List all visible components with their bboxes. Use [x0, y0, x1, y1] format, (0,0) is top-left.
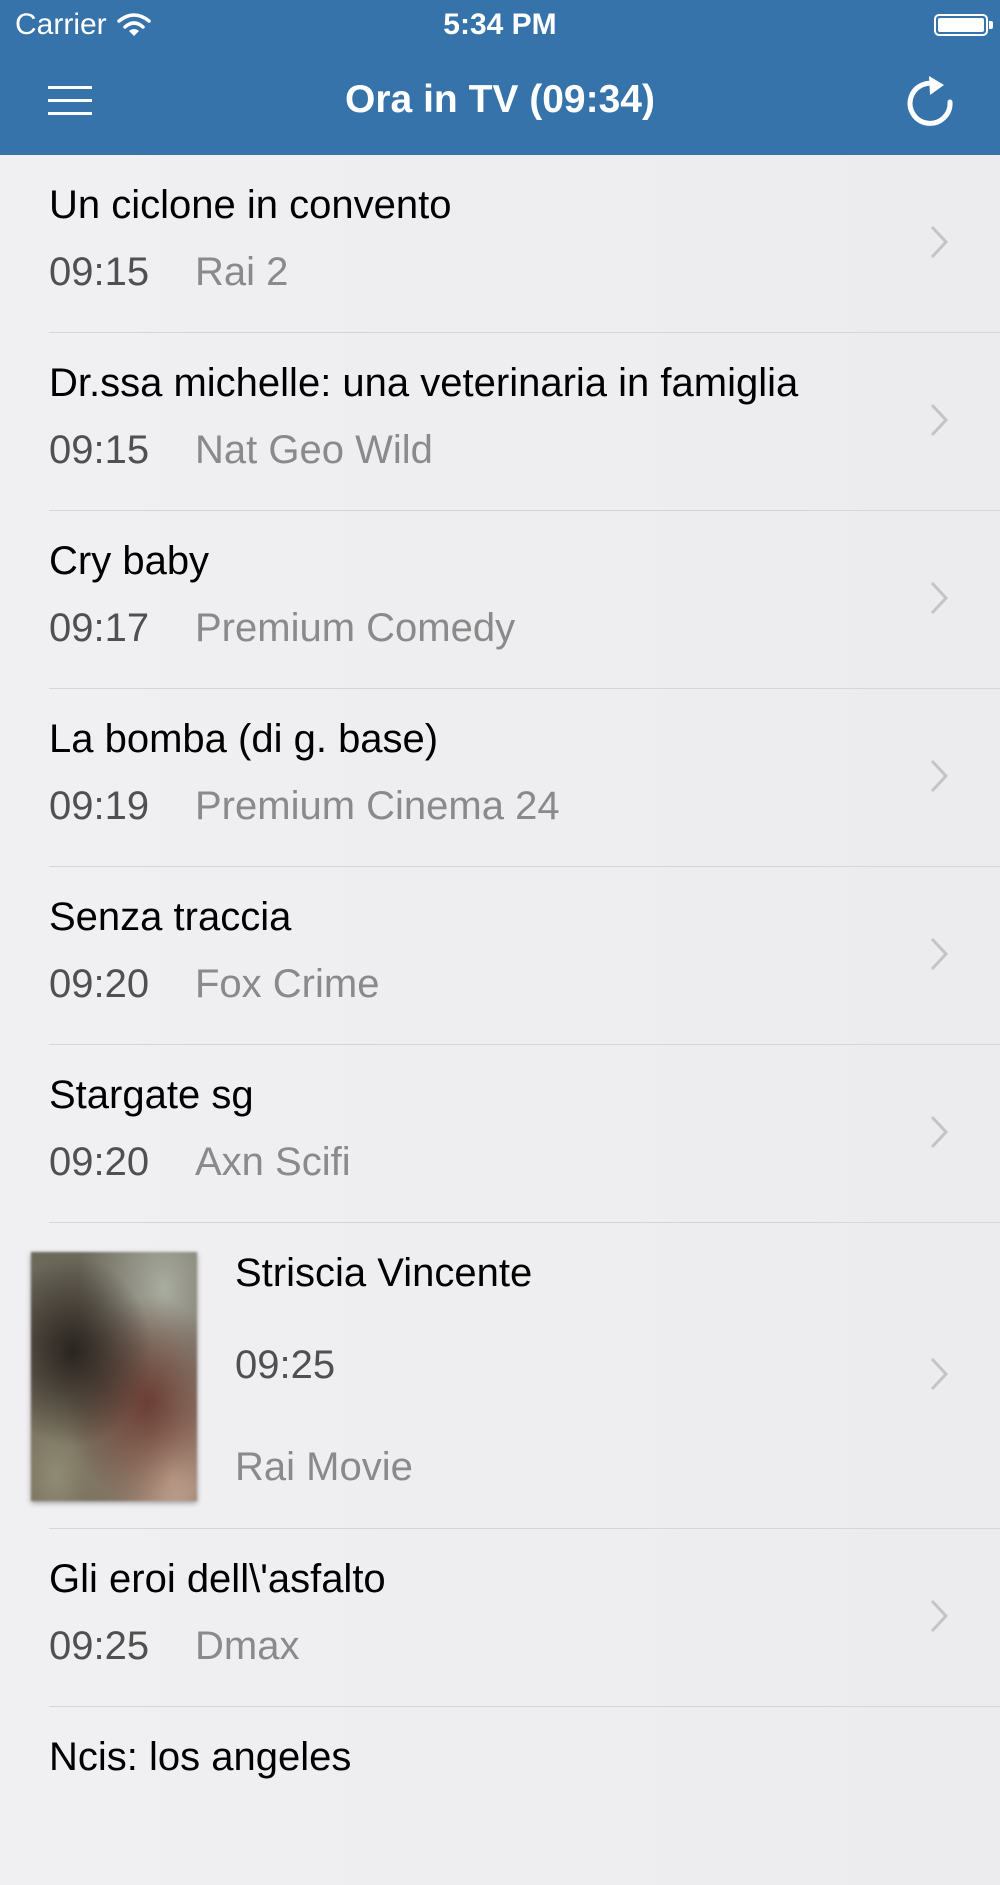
chevron-right-icon [930, 581, 949, 615]
chevron-right-icon [930, 403, 949, 437]
top-bar: Carrier 5:34 PM Ora in TV (09:34) [0, 0, 1000, 155]
program-list: Un ciclone in convento 09:15 Rai 2 Dr.ss… [0, 155, 1000, 1885]
program-title: Senza traccia [49, 895, 292, 939]
chevron-right-icon [930, 759, 949, 793]
chevron-right-icon [930, 225, 949, 259]
list-item[interactable]: Un ciclone in convento 09:15 Rai 2 [0, 155, 1000, 333]
list-item[interactable]: Gli eroi dell\'asfalto 09:25 Dmax [0, 1529, 1000, 1707]
program-time: 09:15 [49, 250, 150, 294]
program-title: La bomba (di g. base) [49, 717, 439, 761]
program-title: Striscia Vincente [235, 1251, 533, 1295]
refresh-icon[interactable] [898, 70, 962, 134]
program-channel: Premium Comedy [195, 606, 516, 650]
list-item-with-thumbnail[interactable]: Striscia Vincente 09:25 Rai Movie [0, 1223, 1000, 1529]
program-channel: Fox Crime [195, 962, 380, 1006]
program-time: 09:25 [49, 1624, 150, 1668]
program-title: Un ciclone in convento [49, 183, 452, 227]
program-channel: Rai 2 [195, 250, 289, 294]
page-title: Ora in TV (09:34) [345, 78, 655, 121]
program-time: 09:19 [49, 784, 150, 828]
list-item[interactable]: La bomba (di g. base) 09:19 Premium Cine… [0, 689, 1000, 867]
battery-icon [934, 14, 993, 36]
program-title: Stargate sg [49, 1073, 254, 1117]
program-channel: Nat Geo Wild [195, 428, 433, 472]
program-title: Ncis: los angeles [49, 1735, 352, 1779]
chevron-right-icon [930, 1115, 949, 1149]
program-time: 09:20 [49, 1140, 150, 1184]
program-channel: Rai Movie [235, 1445, 413, 1489]
list-item[interactable]: Stargate sg 09:20 Axn Scifi [0, 1045, 1000, 1223]
program-time: 09:15 [49, 428, 150, 472]
battery-fill [938, 18, 984, 32]
chevron-right-icon [930, 937, 949, 971]
list-item[interactable]: Ncis: los angeles [0, 1707, 1000, 1885]
program-title: Cry baby [49, 539, 210, 583]
navigation-bar: Ora in TV (09:34) [0, 50, 1000, 155]
list-item[interactable]: Dr.ssa michelle: una veterinaria in fami… [0, 333, 1000, 511]
program-channel: Premium Cinema 24 [195, 784, 560, 828]
battery-tip [989, 21, 993, 29]
chevron-right-icon [930, 1599, 949, 1633]
list-item[interactable]: Cry baby 09:17 Premium Comedy [0, 511, 1000, 689]
program-title: Dr.ssa michelle: una veterinaria in fami… [49, 361, 799, 405]
chevron-right-icon [930, 1357, 949, 1391]
program-title: Gli eroi dell\'asfalto [49, 1557, 386, 1601]
status-time: 5:34 PM [443, 8, 557, 41]
program-time: 09:25 [235, 1343, 336, 1387]
status-bar: Carrier 5:34 PM [0, 0, 1000, 50]
program-channel: Axn Scifi [195, 1140, 351, 1184]
program-time: 09:20 [49, 962, 150, 1006]
program-time: 09:17 [49, 606, 150, 650]
program-thumbnail [31, 1252, 197, 1501]
program-channel: Dmax [195, 1624, 300, 1668]
list-item[interactable]: Senza traccia 09:20 Fox Crime [0, 867, 1000, 1045]
